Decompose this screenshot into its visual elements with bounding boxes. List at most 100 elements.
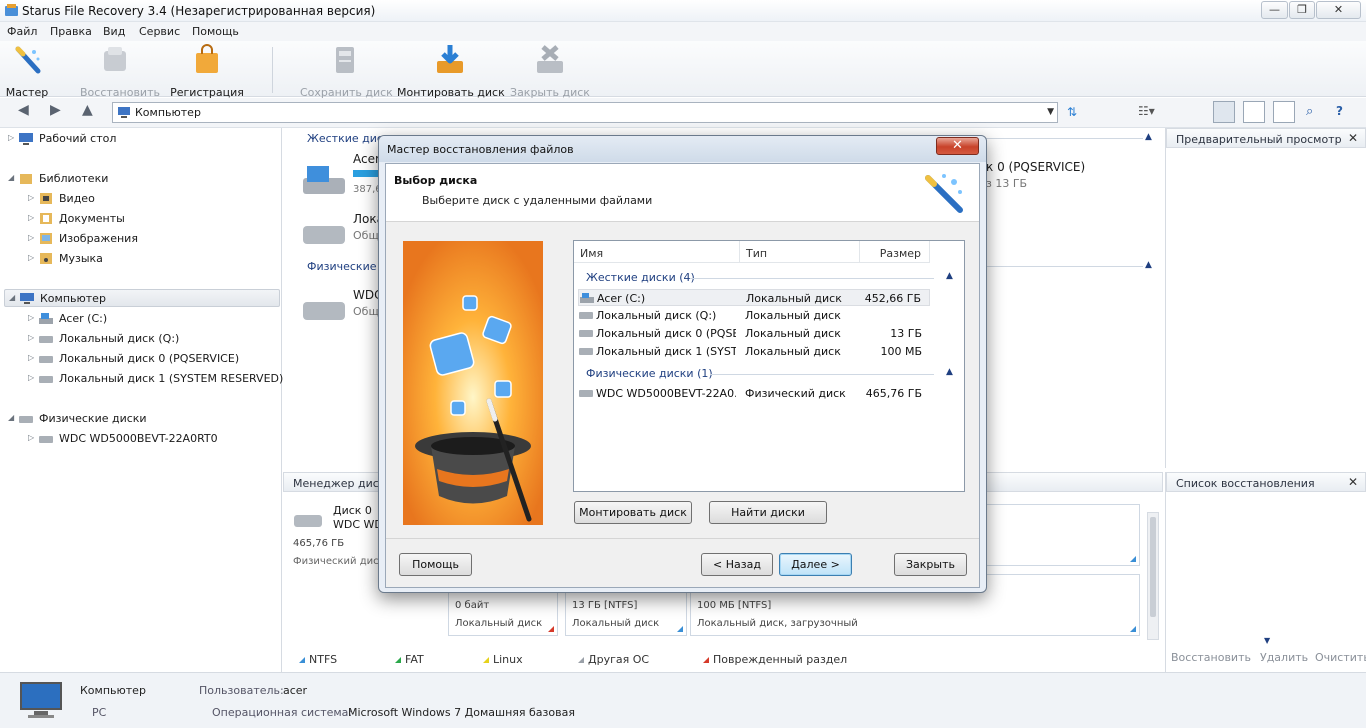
group-hard-disks: Жесткие диски (4) (586, 271, 695, 284)
collapse-icon[interactable]: ▲ (1145, 132, 1152, 142)
disk-row[interactable]: Acer (C:) Локальный диск 452,66 ГБ (578, 289, 930, 306)
chevron-down-icon: ▼ (1264, 636, 1271, 645)
refresh-icon[interactable]: ⇅ (1067, 105, 1077, 119)
disk-name: Локальный диск 0 (PQSE... (596, 327, 736, 340)
status-user: acer (283, 684, 308, 697)
recovery-list-header: Список восстановления ✕ (1166, 472, 1366, 492)
disk-row[interactable]: Локальный диск 1 (SYST... Локальный диск… (578, 343, 930, 360)
close-disk-button[interactable]: Закрыть диск (510, 43, 590, 99)
disk-manager-title: Менеджер дис (293, 477, 379, 490)
chevron-down-icon[interactable]: ▼ (1047, 107, 1054, 117)
dialog-title: Мастер восстановления файлов (387, 143, 574, 156)
group-physical-disks: Физические диски (1) (586, 367, 713, 380)
back-button[interactable]: < Назад (701, 553, 773, 576)
recovery-delete-button[interactable]: Удалить (1260, 651, 1308, 664)
master-button[interactable]: Мастер (3, 43, 51, 99)
close-button[interactable]: ✕ (1316, 1, 1361, 19)
view-tiles-button[interactable] (1213, 101, 1235, 123)
disk-row[interactable]: Локальный диск 0 (PQSE... Локальный диск… (578, 325, 930, 342)
dialog-close-button[interactable]: ✕ (936, 137, 979, 155)
menu-bar: Файл Правка Вид Сервис Помощь (0, 22, 1366, 41)
search-icon[interactable]: ⌕ (1306, 104, 1313, 119)
register-button[interactable]: Регистрация (170, 43, 244, 99)
legend-ntfs: NTFS (299, 653, 337, 666)
disk0-type: Физический диск (293, 556, 385, 567)
legend-fat: FAT (395, 653, 424, 666)
view-preview-button[interactable] (1243, 101, 1265, 123)
view-save-button[interactable] (1273, 101, 1295, 123)
restore-button[interactable]: Восстановить (80, 43, 160, 99)
disk-size: 452,66 ГБ (864, 292, 921, 305)
legend-linux: Linux (483, 653, 523, 666)
disk-row[interactable]: WDC WD5000BEVT-22A0... Физический диск 4… (578, 385, 930, 402)
close-icon[interactable]: ✕ (1348, 475, 1358, 489)
recovery-clear-button[interactable]: Очистить (1315, 651, 1366, 664)
shopping-bag-icon (196, 44, 218, 73)
disk-name: WDC WD5000BEVT-22A0... (596, 387, 736, 400)
column-size[interactable]: Размер (860, 241, 930, 263)
drive-icon (39, 356, 53, 363)
video-icon (40, 193, 52, 204)
tree-computer[interactable]: ◢ Компьютер (4, 289, 280, 307)
mount-disk-icon (437, 45, 463, 73)
mount-disk-button[interactable]: Монтировать диск (574, 501, 692, 524)
find-disks-button[interactable]: Найти диски (709, 501, 827, 524)
menu-view[interactable]: Вид (103, 25, 125, 38)
disk0-model: WDC WD (333, 518, 383, 531)
menu-file[interactable]: Файл (7, 25, 37, 38)
toolbar-separator (272, 47, 273, 93)
restore-icon (104, 47, 126, 71)
save-disk-icon (336, 47, 354, 73)
drive-pqservice-label[interactable]: к 0 (PQSERVICE) (986, 160, 1085, 174)
maximize-button[interactable]: ❐ (1289, 1, 1315, 19)
drive-icon (303, 302, 345, 320)
disk-name: Acer (C:) (597, 292, 646, 305)
drive-icon (39, 336, 53, 343)
menu-service[interactable]: Сервис (139, 25, 180, 38)
group-line (690, 278, 934, 279)
save-disk-button[interactable]: Сохранить диск (300, 43, 393, 99)
column-name[interactable]: Имя (574, 241, 740, 263)
partition-type: Локальный диск (455, 618, 543, 629)
scrollbar[interactable] (1147, 512, 1159, 640)
menu-edit[interactable]: Правка (50, 25, 92, 38)
drive-icon (579, 330, 593, 337)
disk-name: Локальный диск 1 (SYST... (596, 345, 736, 358)
recovery-wizard-dialog: Мастер восстановления файлов ✕ Выбор дис… (378, 135, 987, 593)
back-arrow-icon[interactable]: ◀ (18, 102, 29, 118)
drive-acer-label[interactable]: Acer (353, 152, 380, 166)
disk0-label: Диск 0 (333, 504, 372, 517)
partition-type: Локальный диск, загрузочный (697, 618, 858, 629)
disk-row[interactable]: Локальный диск (Q:) Локальный диск (578, 307, 930, 324)
drive-icon (579, 390, 593, 397)
close-icon[interactable]: ✕ (1348, 131, 1358, 145)
column-type[interactable]: Тип (740, 241, 860, 263)
address-field[interactable]: Компьютер ▼ (112, 102, 1058, 123)
partition-type: Локальный диск (572, 618, 660, 629)
ntfs-marker (677, 626, 683, 632)
library-icon (20, 174, 32, 184)
collapse-icon[interactable]: ▲ (946, 271, 953, 281)
up-arrow-icon[interactable]: ▲ (82, 102, 93, 118)
disk-size: 465,76 ГБ (865, 387, 922, 400)
legend-other: Другая ОС (578, 653, 649, 666)
menu-help[interactable]: Помощь (192, 25, 239, 38)
address-bar: ◀ ▶ ▲ Компьютер ▼ ⇅ ☷▾ ⌕ ? (0, 98, 1366, 128)
forward-arrow-icon[interactable]: ▶ (50, 102, 61, 118)
minimize-button[interactable]: — (1261, 1, 1288, 19)
recovery-restore-button[interactable]: Восстановить (1171, 651, 1251, 664)
system-drive-icon (303, 166, 345, 194)
dialog-close-action-button[interactable]: Закрыть (894, 553, 967, 576)
system-drive-icon (39, 313, 53, 324)
status-os: Microsoft Windows 7 Домашняя базовая (348, 706, 575, 719)
drive-wdc-sub: Общ (353, 305, 379, 318)
mount-disk-button[interactable]: Монтировать диск (397, 43, 505, 99)
view-mode-icon[interactable]: ☷▾ (1138, 104, 1155, 118)
next-button[interactable]: Далее > (779, 553, 852, 576)
collapse-icon[interactable]: ▲ (946, 367, 953, 377)
help-icon[interactable]: ? (1336, 104, 1343, 118)
help-button[interactable]: Помощь (399, 553, 472, 576)
collapse-icon[interactable]: ▲ (1145, 260, 1152, 270)
close-disk-icon (537, 45, 563, 73)
legend-damaged: Поврежденный раздел (703, 653, 847, 666)
